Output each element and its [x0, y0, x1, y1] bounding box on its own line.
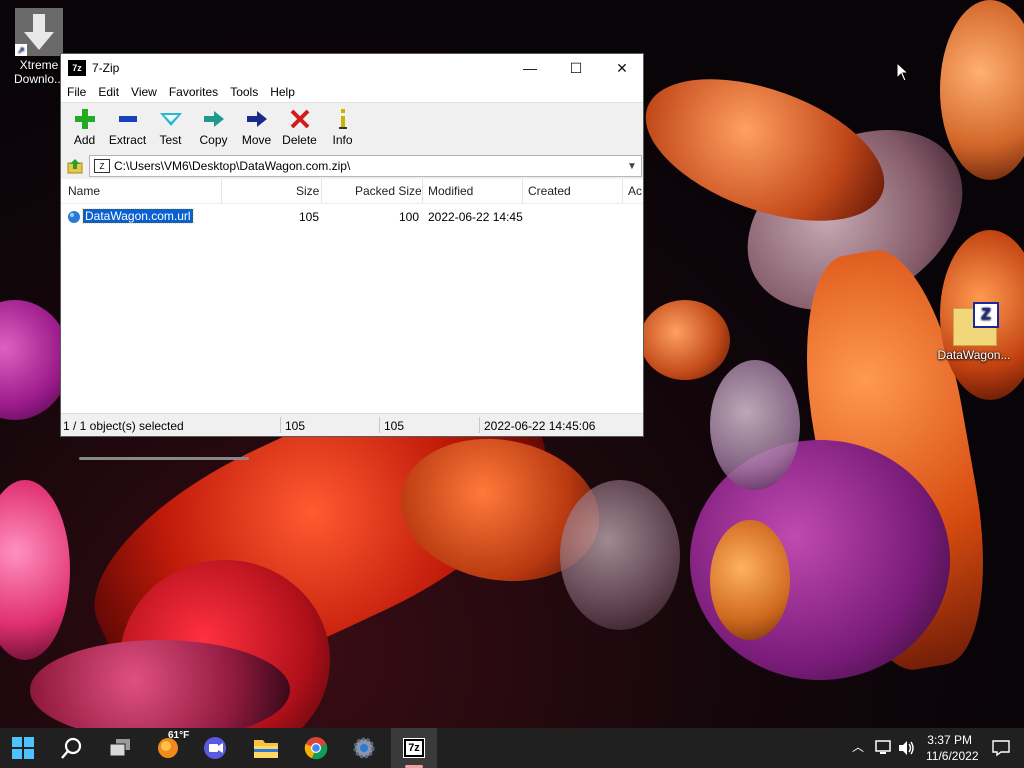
move-label: Move — [241, 133, 272, 147]
up-folder-button[interactable] — [61, 158, 89, 174]
move-arrow-icon — [246, 111, 267, 127]
status-size: 105 — [285, 419, 306, 433]
chrome-button[interactable] — [302, 734, 330, 762]
clock-time: 3:37 PM — [927, 733, 972, 747]
zip-file-icon: Z — [94, 159, 110, 173]
7zip-taskbar-icon: 7z — [403, 738, 425, 758]
menu-tools[interactable]: Tools — [224, 85, 264, 99]
up-folder-icon — [67, 159, 83, 174]
file-size: 105 — [299, 210, 320, 224]
table-row[interactable]: DataWagon.com.url 105 100 2022-06-22 14:… — [61, 208, 643, 226]
folder-icon — [254, 740, 278, 758]
close-icon: ✕ — [616, 59, 628, 76]
column-modified[interactable]: Modified — [428, 184, 473, 198]
window-title: 7-Zip — [92, 61, 120, 75]
search-button[interactable] — [58, 734, 86, 762]
volume-icon[interactable] — [898, 740, 916, 756]
add-button[interactable]: Add — [63, 103, 106, 147]
7zip-window: 7z 7-Zip — ☐ ✕ File Edit View Favorites … — [60, 53, 644, 460]
maximize-icon: ☐ — [569, 59, 583, 76]
title-bar[interactable]: 7z 7-Zip — ☐ ✕ — [61, 54, 643, 82]
column-accessed[interactable]: Ac — [628, 184, 642, 198]
search-icon — [61, 737, 82, 759]
download-icon: ↗ — [15, 8, 63, 56]
shortcut-arrow-icon: ↗ — [15, 44, 27, 56]
address-path: C:\Users\VM6\Desktop\DataWagon.com.zip\ — [114, 159, 351, 173]
move-button[interactable]: Move — [235, 103, 278, 147]
7zip-taskbar-button[interactable]: 7z — [391, 728, 437, 768]
column-packed-size[interactable]: Packed Size — [355, 184, 422, 198]
7zip-app-icon: 7z — [68, 60, 86, 76]
info-label: Info — [332, 133, 353, 147]
mouse-cursor-icon — [896, 62, 910, 82]
clock-date: 11/6/2022 — [926, 749, 979, 763]
minimize-button[interactable]: — — [507, 54, 553, 82]
weather-widget[interactable]: 61°F — [154, 730, 189, 762]
menu-file[interactable]: File — [61, 85, 92, 99]
menu-help[interactable]: Help — [264, 85, 301, 99]
list-header: Name Size Packed Size Modified Created A… — [61, 179, 643, 204]
chevron-down-icon[interactable]: ▼ — [623, 161, 641, 172]
windows-logo-icon — [12, 737, 34, 759]
chrome-icon — [304, 737, 328, 760]
file-list[interactable]: DataWagon.com.url 105 100 2022-06-22 14:… — [61, 204, 643, 400]
start-button[interactable] — [9, 734, 37, 762]
menu-edit[interactable]: Edit — [92, 85, 125, 99]
file-explorer-button[interactable] — [252, 734, 280, 762]
file-modified: 2022-06-22 14:45 — [428, 210, 523, 224]
horizontal-scrollbar[interactable] — [79, 457, 249, 460]
extract-button[interactable]: Extract — [106, 103, 149, 147]
copy-label: Copy — [199, 133, 228, 147]
desktop-icon-label: DataWagon... — [937, 348, 1011, 362]
copy-button[interactable]: Copy — [192, 103, 235, 147]
file-packed-size: 100 — [399, 210, 420, 224]
add-label: Add — [73, 133, 96, 147]
menu-bar: File Edit View Favorites Tools Help — [61, 82, 643, 102]
copy-arrow-icon — [203, 111, 224, 127]
gear-icon — [353, 737, 375, 759]
test-label: Test — [159, 133, 182, 147]
status-bar: 1 / 1 object(s) selected 105 105 2022-06… — [61, 413, 643, 436]
taskbar: 61°F 7z ︿ 3:37 PM 11/6/2022 — [0, 728, 1024, 768]
settings-button[interactable] — [350, 734, 378, 762]
plus-icon — [74, 109, 95, 129]
status-selection: 1 / 1 object(s) selected — [63, 419, 184, 433]
minimize-icon: — — [523, 60, 537, 76]
file-name: DataWagon.com.url — [82, 208, 194, 224]
delete-label: Delete — [282, 133, 317, 147]
address-bar[interactable]: Z C:\Users\VM6\Desktop\DataWagon.com.zip… — [89, 155, 642, 177]
network-icon[interactable] — [874, 740, 892, 756]
notification-icon[interactable] — [992, 739, 1010, 757]
teams-chat-button[interactable] — [202, 734, 230, 762]
status-packed: 105 — [384, 419, 405, 433]
column-name[interactable]: Name — [68, 184, 100, 198]
chevron-up-icon[interactable]: ︿ — [852, 738, 864, 755]
info-button[interactable]: Info — [321, 103, 364, 147]
close-button[interactable]: ✕ — [599, 54, 645, 82]
x-icon — [290, 109, 309, 129]
test-button[interactable]: Test — [149, 103, 192, 147]
globe-icon — [68, 211, 80, 223]
check-icon — [159, 113, 182, 126]
minus-icon — [118, 116, 137, 122]
task-view-button[interactable] — [106, 734, 134, 762]
toolbar: Add Extract Test Copy Move Delete Info — [61, 102, 643, 153]
clock[interactable]: 3:37 PM 11/6/2022 — [926, 732, 979, 764]
info-icon — [338, 109, 347, 129]
delete-button[interactable]: Delete — [278, 103, 321, 147]
address-row: Z C:\Users\VM6\Desktop\DataWagon.com.zip… — [61, 153, 643, 179]
zip-folder-icon: Z — [949, 302, 999, 346]
weather-temperature: 61°F — [168, 730, 190, 741]
task-view-icon — [109, 739, 130, 757]
chat-camera-icon — [204, 737, 226, 759]
menu-favorites[interactable]: Favorites — [163, 85, 224, 99]
system-tray: ︿ 3:37 PM 11/6/2022 — [848, 728, 1024, 768]
status-modified: 2022-06-22 14:45:06 — [484, 419, 596, 433]
column-size[interactable]: Size — [296, 184, 319, 198]
extract-label: Extract — [108, 133, 147, 147]
desktop-icon-datawagon-zip[interactable]: Z DataWagon... — [934, 302, 1014, 362]
column-created[interactable]: Created — [528, 184, 571, 198]
menu-view[interactable]: View — [125, 85, 163, 99]
maximize-button[interactable]: ☐ — [553, 54, 599, 82]
